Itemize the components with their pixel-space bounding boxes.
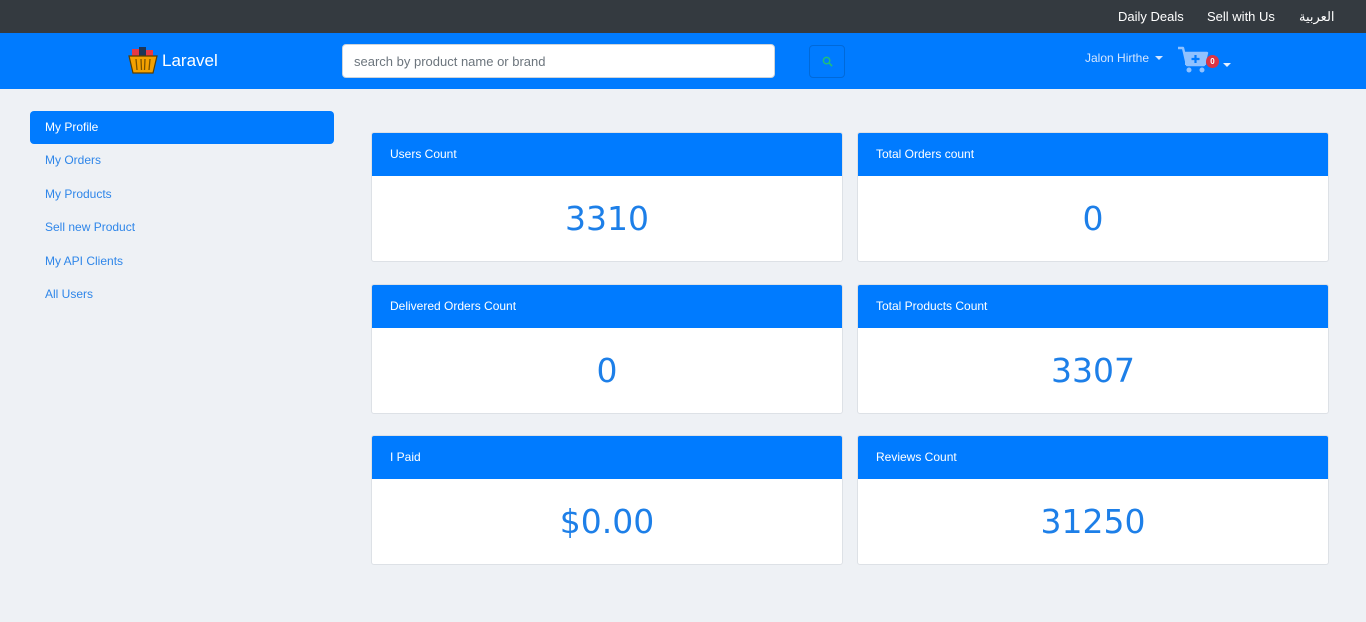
stat-card-value: 0: [596, 351, 618, 390]
search-input[interactable]: [342, 44, 775, 78]
daily-deals-link[interactable]: Daily Deals: [1118, 9, 1184, 24]
cart-dropdown[interactable]: 0: [1177, 46, 1237, 76]
stat-card-total-products: Total Products Count 3307: [857, 284, 1329, 414]
stat-card-title: Delivered Orders Count: [372, 285, 842, 328]
sell-with-us-link[interactable]: Sell with Us: [1207, 9, 1275, 24]
sidebar-item-all-users[interactable]: All Users: [30, 278, 334, 311]
shopping-cart-icon: [1178, 46, 1209, 73]
chevron-down-icon: [1223, 63, 1231, 67]
stat-card-value: 31250: [1040, 502, 1146, 541]
search-icon: [822, 56, 833, 67]
sidebar-item-my-orders[interactable]: My Orders: [30, 144, 334, 177]
stat-card-title: Reviews Count: [858, 436, 1328, 479]
user-dropdown[interactable]: Jalon Hirthe: [1085, 51, 1164, 65]
top-bar: Daily Deals Sell with Us العربية: [0, 0, 1366, 33]
stat-card-delivered-orders: Delivered Orders Count 0: [371, 284, 843, 414]
sidebar-item-my-api-clients[interactable]: My API Clients: [30, 245, 334, 278]
stat-card-title: Total Orders count: [858, 133, 1328, 176]
brand-link[interactable]: Laravel: [128, 46, 218, 76]
shopping-basket-icon: [128, 47, 158, 74]
brand-name: Laravel: [162, 51, 218, 70]
stat-card-title: Total Products Count: [858, 285, 1328, 328]
stat-card-title: I Paid: [372, 436, 842, 479]
sidebar-nav: My Profile My Orders My Products Sell ne…: [30, 111, 334, 311]
sidebar-item-my-profile[interactable]: My Profile: [30, 111, 334, 144]
cart-count-badge: 0: [1206, 55, 1219, 68]
main-navbar: Laravel Jalon Hirthe 0: [0, 33, 1366, 89]
search-button[interactable]: [809, 45, 845, 78]
sidebar-item-sell-new-product[interactable]: Sell new Product: [30, 211, 334, 244]
chevron-down-icon: [1155, 56, 1164, 60]
stat-card-total-orders: Total Orders count 0: [857, 132, 1329, 262]
sidebar-item-my-products[interactable]: My Products: [30, 178, 334, 211]
stat-card-value: 3310: [565, 199, 649, 238]
stat-card-value: $0.00: [559, 502, 655, 541]
stat-card-title: Users Count: [372, 133, 842, 176]
stat-card-users-count: Users Count 3310: [371, 132, 843, 262]
user-name: Jalon Hirthe: [1085, 51, 1150, 65]
stat-card-i-paid: I Paid $0.00: [371, 435, 843, 565]
arabic-language-link[interactable]: العربية: [1299, 9, 1335, 25]
stat-card-value: 3307: [1051, 351, 1135, 390]
stat-card-reviews-count: Reviews Count 31250: [857, 435, 1329, 565]
stat-card-value: 0: [1082, 199, 1104, 238]
